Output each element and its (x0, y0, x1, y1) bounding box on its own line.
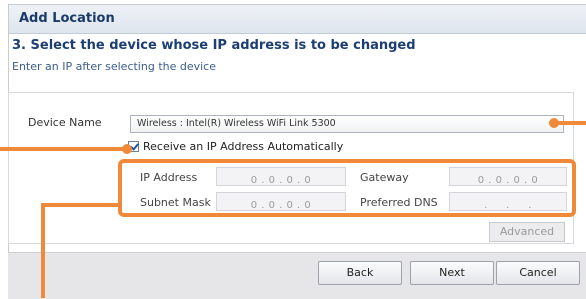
callout-dot-checkbox (122, 144, 132, 154)
step-title: 3. Select the device whose IP address is… (12, 38, 416, 53)
callout-dot-device (549, 118, 559, 128)
callout-line-fields-horizontal (41, 203, 121, 207)
dialog-title: Add Location (19, 11, 115, 26)
step-subtitle: Enter an IP after selecting the device (12, 60, 216, 73)
auto-ip-label[interactable]: Receive an IP Address Automatically (143, 140, 343, 153)
advanced-button[interactable]: Advanced (489, 222, 565, 242)
callout-line-fields (41, 203, 45, 298)
device-name-label: Device Name (28, 116, 102, 129)
device-name-value: Wireless : Intel(R) Wireless WiFi Link 5… (137, 118, 336, 129)
device-name-dropdown[interactable]: Wireless : Intel(R) Wireless WiFi Link 5… (130, 115, 564, 133)
callout-line-checkbox (0, 147, 126, 151)
dialog-titlebar: Add Location (9, 5, 586, 34)
back-button[interactable]: Back (318, 261, 402, 285)
next-button[interactable]: Next (410, 261, 494, 285)
cancel-button[interactable]: Cancel (496, 261, 580, 285)
ip-fields-highlight (118, 159, 576, 217)
